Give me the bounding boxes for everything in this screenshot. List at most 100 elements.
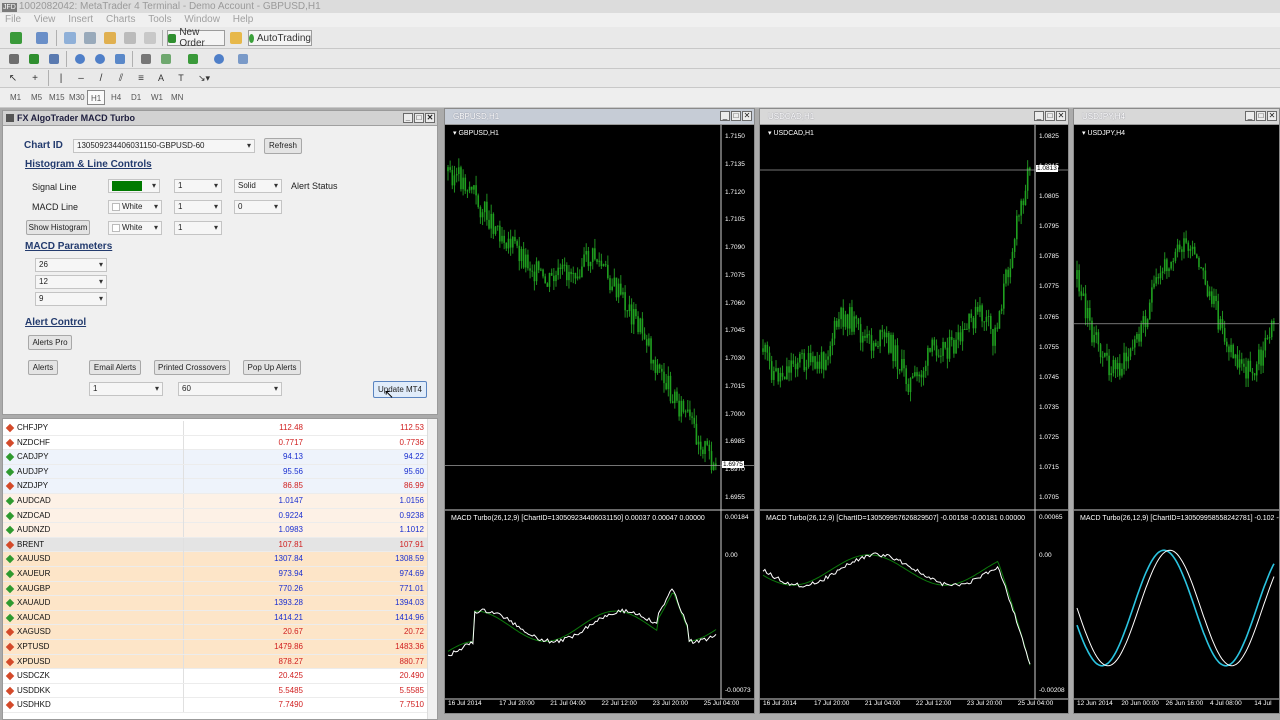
metaeditor-icon[interactable] — [228, 30, 244, 46]
text-icon[interactable]: A — [154, 70, 168, 86]
candlestick-icon[interactable] — [26, 51, 42, 67]
menu-file[interactable]: File — [0, 14, 26, 25]
terminal-icon[interactable] — [122, 30, 138, 46]
cursor-icon[interactable]: ↖ — [6, 70, 20, 86]
minimize-icon[interactable]: _ — [403, 113, 413, 123]
macd-extra-select[interactable]: 0 — [234, 200, 282, 214]
watchlist-row[interactable]: XAUEUR 973.94 974.69 — [3, 567, 427, 582]
alerts-button[interactable]: Alerts — [28, 360, 58, 375]
chart-window-gbpusd-h1[interactable]: GBPUSD,H1 _ □ ✕ ▾ GBPUSD,H1 MACD Turbo(26,12,… — [444, 108, 755, 714]
new-chart-icon[interactable] — [6, 30, 26, 46]
close-icon[interactable]: ✕ — [425, 113, 435, 123]
alerts-pro-button[interactable]: Alerts Pro — [28, 335, 72, 350]
tf-m30[interactable]: M30 — [66, 90, 88, 105]
vertical-line-icon[interactable]: | — [54, 70, 68, 86]
horizontal-line-icon[interactable]: – — [74, 70, 88, 86]
watchlist-row[interactable]: XAUAUD 1393.28 1394.03 — [3, 596, 427, 611]
fibonacci-icon[interactable]: ≡ — [134, 70, 148, 86]
macd-fast-select[interactable]: 26 — [35, 258, 107, 272]
tester-icon[interactable] — [142, 30, 158, 46]
update-mt4-button[interactable]: Update MT4 — [373, 381, 427, 398]
maximize-icon[interactable]: □ — [414, 113, 424, 123]
data-window-icon[interactable] — [102, 30, 118, 46]
close-icon[interactable]: ✕ — [1267, 111, 1277, 121]
watchlist-row[interactable]: NZDCHF 0.7717 0.7736 — [3, 435, 427, 451]
templates-icon[interactable] — [232, 51, 254, 67]
maximize-icon[interactable]: □ — [731, 111, 741, 121]
watchlist-row[interactable]: NZDCAD 0.9224 0.9238 — [3, 508, 427, 524]
chart-window-usdjpy-h4[interactable]: USDJPY,H4 _ □ ✕ ▾ USDJPY,H4 MACD Turbo(26,12,… — [1073, 108, 1280, 714]
histogram-width-select[interactable]: 1 — [174, 221, 222, 235]
periods-icon[interactable] — [208, 51, 230, 67]
signal-color-select[interactable] — [108, 179, 160, 193]
new-order-button[interactable]: New Order — [167, 27, 225, 49]
macd-slow-select[interactable]: 12 — [35, 275, 107, 289]
tf-mn[interactable]: MN — [168, 90, 186, 105]
tf-h4[interactable]: H4 — [108, 90, 124, 105]
tf-h1[interactable]: H1 — [87, 90, 106, 105]
popup-alerts-button[interactable]: Pop Up Alerts — [243, 360, 301, 375]
tf-m5[interactable]: M5 — [28, 90, 45, 105]
watchlist-row[interactable]: NZDJPY 86.85 86.99 — [3, 479, 427, 494]
watchlist-scrollbar[interactable] — [427, 419, 437, 719]
email-alerts-button[interactable]: Email Alerts — [89, 360, 141, 375]
chart-canvas[interactable] — [445, 125, 754, 713]
autoscroll-icon[interactable] — [158, 51, 174, 67]
menu-charts[interactable]: Charts — [101, 14, 140, 25]
navigator-icon[interactable] — [82, 30, 98, 46]
tf-m15[interactable]: M15 — [46, 90, 68, 105]
watchlist-row[interactable]: XPDUSD 878.27 880.77 — [3, 654, 427, 670]
watchlist-row[interactable]: XAGUSD 20.67 20.72 — [3, 625, 427, 640]
watchlist-row[interactable]: USDCZK 20.425 20.490 — [3, 669, 427, 684]
indicators-icon[interactable] — [182, 51, 204, 67]
minimize-icon[interactable]: _ — [720, 111, 730, 121]
menu-view[interactable]: View — [29, 14, 61, 25]
chart-shift-icon[interactable] — [138, 51, 154, 67]
crosshair-icon[interactable]: + — [28, 70, 42, 86]
signal-width-select[interactable]: 1 — [174, 179, 222, 193]
watchlist-row[interactable]: AUDNZD 1.0983 1.1012 — [3, 523, 427, 538]
watchlist-row[interactable]: XAUUSD 1307.84 1308.59 — [3, 552, 427, 567]
menu-help[interactable]: Help — [228, 14, 259, 25]
macd-width-select[interactable]: 1 — [174, 200, 222, 214]
arrows-icon[interactable]: ↘▾ — [194, 70, 214, 86]
watchlist-row[interactable]: XPTUSD 1479.86 1483.36 — [3, 640, 427, 655]
watchlist-row[interactable]: USDHKD 7.7490 7.7510 — [3, 698, 427, 713]
alert-count-select[interactable]: 1 — [89, 382, 163, 396]
watchlist-row[interactable]: XAUCAD 1414.21 1414.96 — [3, 610, 427, 626]
close-icon[interactable]: ✕ — [1056, 111, 1066, 121]
minimize-icon[interactable]: _ — [1034, 111, 1044, 121]
refresh-button[interactable]: Refresh — [264, 138, 302, 154]
line-chart-icon[interactable] — [46, 51, 62, 67]
alert-minutes-select[interactable]: 60 — [178, 382, 282, 396]
menu-window[interactable]: Window — [179, 14, 225, 25]
tile-windows-icon[interactable] — [112, 51, 128, 67]
tf-w1[interactable]: W1 — [148, 90, 166, 105]
menu-tools[interactable]: Tools — [143, 14, 176, 25]
show-histogram-button[interactable]: Show Histogram — [26, 220, 90, 235]
zoom-in-icon[interactable] — [72, 51, 88, 67]
close-icon[interactable]: ✕ — [742, 111, 752, 121]
text-label-icon[interactable]: T — [174, 70, 188, 86]
chart-window-usdcad-h1[interactable]: USDCAD,H1 _ □ ✕ ▾ USDCAD,H1 MACD Turbo(26,12,… — [759, 108, 1069, 714]
bar-chart-icon[interactable] — [6, 51, 22, 67]
watchlist-row[interactable]: CHFJPY 112.48 112.53 — [3, 421, 427, 436]
watchlist-row[interactable]: AUDCAD 1.0147 1.0156 — [3, 494, 427, 509]
channel-icon[interactable]: ⫽ — [114, 70, 128, 86]
watchlist-row[interactable]: CADJPY 94.13 94.22 — [3, 450, 427, 465]
watchlist-row[interactable]: XAUGBP 770.26 771.01 — [3, 581, 427, 597]
watchlist-row[interactable]: USDDKK 5.5485 5.5585 — [3, 683, 427, 699]
tf-m1[interactable]: M1 — [7, 90, 24, 105]
menu-insert[interactable]: Insert — [63, 14, 98, 25]
macd-signal-select[interactable]: 9 — [35, 292, 107, 306]
watchlist-row[interactable]: AUDJPY 95.56 95.60 — [3, 464, 427, 480]
printed-crossovers-button[interactable]: Printed Crossovers — [154, 360, 230, 375]
minimize-icon[interactable]: _ — [1245, 111, 1255, 121]
zoom-out-icon[interactable] — [92, 51, 108, 67]
histogram-color-select[interactable]: White — [108, 221, 162, 235]
macd-color-select[interactable]: White — [108, 200, 162, 214]
market-watch-icon[interactable] — [62, 30, 78, 46]
profiles-icon[interactable] — [32, 30, 52, 46]
tf-d1[interactable]: D1 — [128, 90, 144, 105]
chart-canvas[interactable] — [1074, 125, 1279, 713]
